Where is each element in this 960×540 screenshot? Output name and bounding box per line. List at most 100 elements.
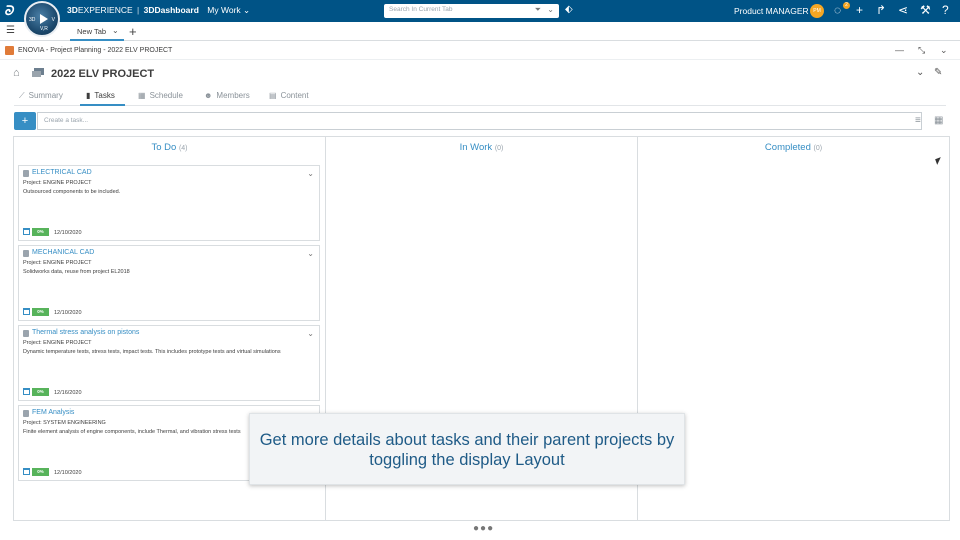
sort-icon[interactable]: ≡ [915, 115, 921, 126]
column-count: (0) [813, 145, 823, 152]
tab-content-label: Content [280, 91, 309, 100]
lock-icon [23, 330, 29, 337]
search-placeholder: Search In Current Tab [389, 6, 453, 13]
top-bar: ᘐ 3DEXPERIENCE | 3DDashboard My Work ⌄ S… [0, 0, 960, 22]
tab-new-tab[interactable]: New Tab ⌄ [70, 22, 124, 41]
progress-badge: 0% [32, 308, 49, 316]
compass-vr-label: V,R [40, 26, 48, 32]
add-icon[interactable]: + [856, 3, 863, 17]
deliverable-icon [23, 308, 30, 315]
edit-icon[interactable]: ✎ [934, 67, 942, 78]
collapse-icon[interactable]: ⤡ [918, 45, 925, 56]
more-options-icon[interactable]: ●●● [473, 523, 494, 534]
mywork-dropdown[interactable]: My Work ⌄ [207, 5, 250, 15]
clipboard-icon: ▮ [86, 91, 91, 100]
project-icon [32, 68, 44, 77]
task-title[interactable]: MECHANICAL CAD [32, 249, 94, 256]
mywork-label: My Work [207, 5, 241, 15]
enovia-icon [5, 46, 14, 55]
lock-icon [23, 170, 29, 177]
task-title[interactable]: Thermal stress analysis on pistons [32, 329, 139, 336]
column-title: In Work [459, 142, 493, 153]
lock-icon [23, 410, 29, 417]
tab-members[interactable]: ☻ Members [204, 86, 254, 106]
task-title[interactable]: ELECTRICAL CAD [32, 169, 92, 176]
network-icon[interactable]: ⋖ [898, 3, 908, 17]
brand: 3DEXPERIENCE | 3DDashboard My Work ⌄ [67, 5, 250, 16]
task-title[interactable]: FEM Analysis [32, 409, 74, 416]
chevron-down-icon[interactable]: ⌄ [307, 169, 314, 178]
tools-icon[interactable]: ⚒ [920, 3, 931, 17]
deliverable-icon [23, 228, 30, 235]
task-description: Solidworks data, reuse from project EL20… [23, 269, 130, 275]
chevron-down-icon[interactable]: ⌄ [547, 5, 554, 14]
task-project: Project: ENGINE PROJECT [23, 340, 92, 346]
column-count: (0) [494, 145, 504, 152]
calendar-icon: ▦ [138, 91, 146, 100]
tab-summary-label: Summary [28, 91, 63, 100]
tutorial-text: Get more details about tasks and their p… [259, 431, 675, 469]
task-date: 12/10/2020 [54, 230, 82, 236]
chevron-down-icon[interactable]: ⌄ [916, 67, 924, 78]
task-card[interactable]: MECHANICAL CAD ⌄ Project: ENGINE PROJECT… [18, 245, 320, 321]
share-icon[interactable]: ↱ [876, 3, 886, 17]
column-header: In Work (0) [326, 142, 637, 153]
add-task-button[interactable]: + [14, 112, 36, 130]
create-task-input[interactable]: Create a task... [37, 112, 922, 130]
column-count: (4) [178, 145, 188, 152]
task-date: 12/10/2020 [54, 470, 82, 476]
avatar[interactable]: PM [810, 4, 824, 18]
task-card[interactable]: ELECTRICAL CAD ⌄ Project: ENGINE PROJECT… [18, 165, 320, 241]
widget-header: ENOVIA - Project Planning - 2022 ELV PRO… [0, 42, 960, 60]
chevron-down-icon[interactable]: ⌄ [940, 45, 948, 56]
chevron-down-icon[interactable]: ⌄ [307, 329, 314, 338]
task-project: Project: ENGINE PROJECT [23, 260, 92, 266]
notification-badge: 2 [843, 2, 850, 9]
task-description: Outsourced components to be included. [23, 189, 121, 195]
layout-toggle-icon[interactable]: ▦ [934, 115, 943, 126]
brand-experience: EXPERIENCE [77, 5, 133, 15]
brand-3d: 3D [67, 5, 78, 15]
compass-3d-label: 3D [29, 17, 36, 23]
brand-dashboard: 3DDashboard [143, 5, 199, 15]
people-icon: ☻ [204, 91, 213, 100]
lock-icon [23, 250, 29, 257]
filter-icon[interactable]: ⏷ [535, 5, 541, 15]
help-icon[interactable]: ? [942, 3, 949, 17]
play-icon [40, 14, 48, 24]
tutorial-callout: Get more details about tasks and their p… [249, 413, 685, 485]
progress-badge: 0% [32, 228, 49, 236]
create-task-row: + Create a task... ≡ ▦ [14, 112, 946, 130]
deliverable-icon [23, 468, 30, 475]
tab-schedule[interactable]: ▦ Schedule [138, 86, 188, 106]
user-name[interactable]: Product MANAGER [734, 6, 809, 16]
tab-tasks[interactable]: ▮ Tasks [80, 86, 125, 106]
widget-title: ENOVIA - Project Planning - 2022 ELV PRO… [18, 47, 173, 54]
add-tab-icon[interactable]: + [129, 24, 137, 39]
project-header: ⌂ 2022 ELV PROJECT ⌄ ✎ [0, 63, 960, 85]
task-project: Project: ENGINE PROJECT [23, 180, 92, 186]
deliverable-icon [23, 388, 30, 395]
compass-icon[interactable]: 3D V V,R [24, 1, 60, 37]
tab-summary[interactable]: ⟋ Summary [19, 86, 75, 106]
notification-icon[interactable]: ◌ [834, 3, 841, 17]
minimize-icon[interactable]: — [895, 45, 904, 55]
task-card[interactable]: Thermal stress analysis on pistons ⌄ Pro… [18, 325, 320, 401]
nav-tabs: ⟋ Summary ▮ Tasks ▦ Schedule ☻ Members ▤ Cont… [14, 86, 946, 106]
task-date: 12/10/2020 [54, 310, 82, 316]
tab-content[interactable]: ▤ Content [269, 86, 319, 106]
tab-bar: ☰ New Tab ⌄ + [0, 22, 960, 41]
tab-schedule-label: Schedule [149, 91, 183, 100]
chevron-down-icon[interactable]: ⌄ [112, 26, 119, 35]
tag-icon[interactable]: ⬖ [565, 4, 573, 15]
page-title: 2022 ELV PROJECT [51, 68, 155, 80]
chevron-down-icon[interactable]: ⌄ [307, 249, 314, 258]
column-header: To Do (4) [14, 142, 325, 153]
task-description: Dynamic temperature tests, stress tests,… [23, 349, 281, 355]
home-icon[interactable]: ⌂ [13, 67, 20, 79]
progress-badge: 0% [32, 388, 49, 396]
menu-icon[interactable]: ☰ [6, 25, 15, 36]
search-input[interactable]: Search In Current Tab ⏷ ⌄ [384, 4, 559, 18]
column-header: Completed (0) [638, 142, 949, 153]
ds-logo-icon[interactable]: ᘐ [4, 3, 13, 19]
